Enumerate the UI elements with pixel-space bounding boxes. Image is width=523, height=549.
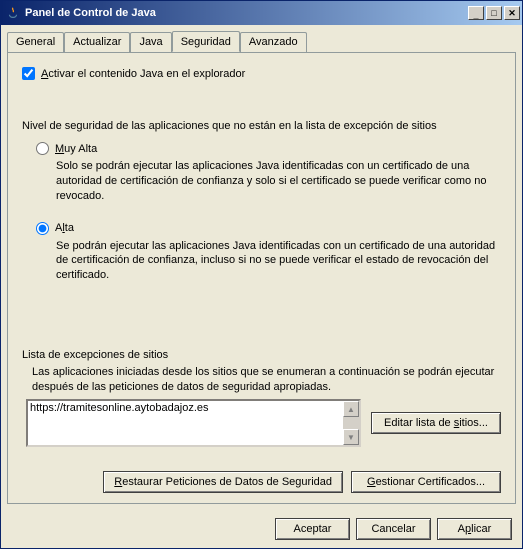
- mid-button-row: Restaurar Peticiones de Datos de Segurid…: [22, 471, 501, 493]
- site-list-box[interactable]: https://tramitesonline.aytobadajoz.es ▲ …: [26, 399, 361, 447]
- ok-button[interactable]: Aceptar: [275, 518, 350, 540]
- scrollbar[interactable]: ▲ ▼: [343, 401, 359, 445]
- very-high-label: Muy Alta: [55, 143, 97, 155]
- edit-site-list-button[interactable]: Editar lista de sitios...: [371, 412, 501, 434]
- tab-seguridad[interactable]: Seguridad: [172, 31, 240, 52]
- cancel-button[interactable]: Cancelar: [356, 518, 431, 540]
- very-high-row[interactable]: Muy Alta: [36, 142, 501, 155]
- high-desc: Se podrán ejecutar las aplicaciones Java…: [36, 239, 501, 284]
- high-label: Alta: [55, 222, 74, 234]
- scroll-down-icon[interactable]: ▼: [343, 429, 359, 445]
- high-radio[interactable]: [36, 222, 49, 235]
- enable-java-checkbox[interactable]: [22, 67, 35, 80]
- window-title: Panel de Control de Java: [25, 7, 466, 19]
- restore-prompts-button[interactable]: Restaurar Peticiones de Datos de Segurid…: [103, 471, 343, 493]
- tabstrip: General Actualizar Java Seguridad Avanza…: [1, 25, 522, 52]
- tab-java[interactable]: Java: [130, 32, 171, 53]
- maximize-button[interactable]: □: [486, 6, 502, 20]
- enable-java-label: Activar el contenido Java en el explorad…: [41, 68, 245, 80]
- high-row[interactable]: Alta: [36, 222, 501, 235]
- security-level-heading: Nivel de seguridad de las aplicaciones q…: [22, 120, 501, 132]
- site-list-desc: Las aplicaciones iniciadas desde los sit…: [22, 365, 501, 395]
- site-list-heading: Lista de excepciones de sitios: [22, 349, 501, 361]
- very-high-block: Muy Alta Solo se podrán ejecutar las apl…: [22, 142, 501, 204]
- very-high-radio[interactable]: [36, 142, 49, 155]
- java-icon: [5, 5, 21, 21]
- close-button[interactable]: ✕: [504, 6, 520, 20]
- scroll-up-icon[interactable]: ▲: [343, 401, 359, 417]
- java-control-panel-window: Panel de Control de Java _ □ ✕ General A…: [0, 0, 523, 549]
- apply-button[interactable]: Aplicar: [437, 518, 512, 540]
- site-list-item[interactable]: https://tramitesonline.aytobadajoz.es: [28, 401, 359, 415]
- tab-general[interactable]: General: [7, 32, 64, 53]
- dialog-button-bar: Aceptar Cancelar Aplicar: [1, 510, 522, 548]
- security-panel: Activar el contenido Java en el explorad…: [7, 52, 516, 504]
- titlebar: Panel de Control de Java _ □ ✕: [1, 1, 522, 25]
- enable-java-row[interactable]: Activar el contenido Java en el explorad…: [22, 67, 501, 80]
- tab-avanzado[interactable]: Avanzado: [240, 32, 307, 53]
- minimize-button[interactable]: _: [468, 6, 484, 20]
- high-block: Alta Se podrán ejecutar las aplicaciones…: [22, 222, 501, 284]
- very-high-desc: Solo se podrán ejecutar las aplicaciones…: [36, 159, 501, 204]
- tab-actualizar[interactable]: Actualizar: [64, 32, 130, 53]
- site-list-row: https://tramitesonline.aytobadajoz.es ▲ …: [22, 399, 501, 447]
- manage-certificates-button[interactable]: Gestionar Certificados...: [351, 471, 501, 493]
